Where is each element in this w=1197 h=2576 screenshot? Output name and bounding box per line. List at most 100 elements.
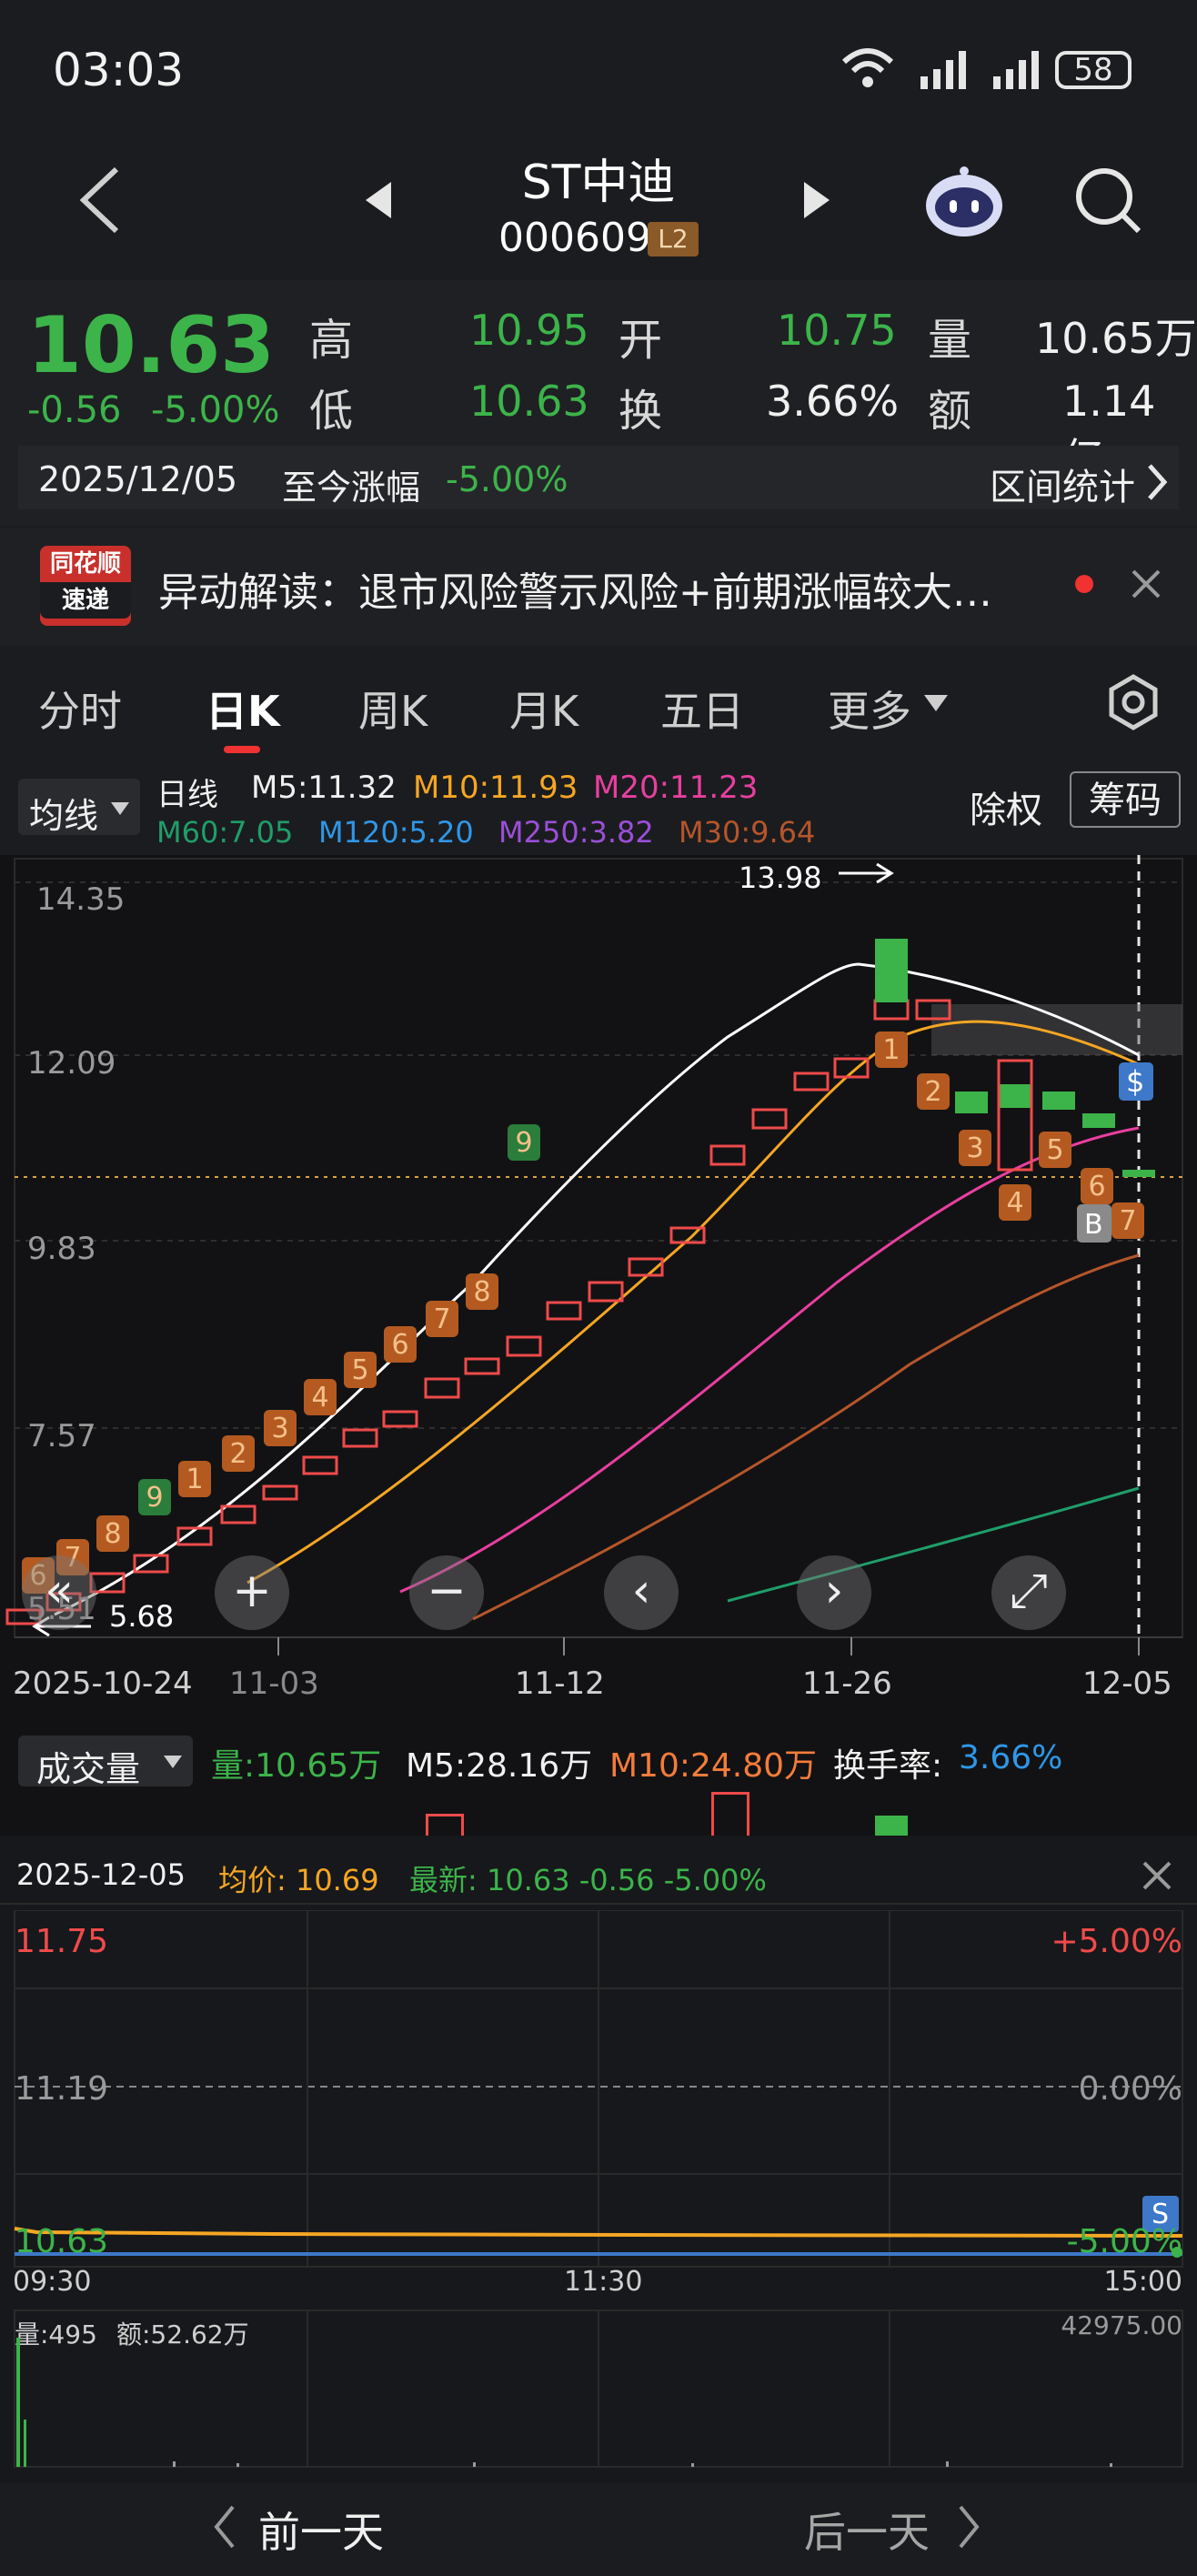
sequence-badge-label: 6	[391, 1329, 408, 1361]
sequence-badge-label: 2	[924, 1076, 941, 1108]
close-icon[interactable]	[1128, 566, 1164, 602]
intraday-pct-bot: -5.00%	[1067, 2223, 1182, 2260]
price-change: -0.56	[27, 389, 122, 431]
fullscreen-button[interactable]: ⤢	[991, 1555, 1066, 1630]
chips-button[interactable]: 筹码	[1070, 771, 1181, 828]
ma-m30: M30:9.64	[679, 815, 816, 850]
tab-monthly-k[interactable]: 月K	[509, 679, 578, 739]
candle	[709, 1144, 746, 1166]
volume-label: 量	[928, 315, 972, 366]
news-text[interactable]: 异动解读：退市风险警示风险+前期涨幅较大…	[158, 559, 992, 618]
candle	[588, 1281, 624, 1303]
tab-five-day[interactable]: 五日	[660, 679, 744, 739]
intraday-vol-info: 量:495	[15, 2319, 97, 2350]
candle	[382, 1410, 418, 1428]
sequence-badge-label: 9	[515, 1127, 532, 1159]
sequence-badge-label: 9	[146, 1482, 163, 1514]
sequence-badge-label: 4	[311, 1382, 328, 1414]
wifi-icon	[841, 48, 894, 87]
zoom-in-button[interactable]: +	[215, 1555, 289, 1630]
sequence-badge-label: 5	[351, 1354, 368, 1386]
ths-logo: 同花顺 速递	[40, 546, 131, 626]
status-bar: 03:03 58	[0, 0, 1197, 136]
logo-top-text: 同花顺	[49, 550, 121, 578]
prev-day-button[interactable]: 前一天	[258, 2500, 384, 2560]
x-tick-2: 11-03	[229, 1665, 319, 1702]
search-icon[interactable]	[1071, 164, 1144, 236]
ma-period: 日线	[156, 777, 218, 813]
tab-weekly-k[interactable]: 周K	[358, 679, 428, 739]
since-value: -5.00%	[446, 459, 568, 499]
close-icon[interactable]	[1139, 1857, 1175, 1894]
y-tick-3: 9.83	[27, 1231, 96, 1267]
y-tick-4: 7.57	[27, 1418, 96, 1454]
scroll-right-button[interactable]: ›	[797, 1555, 871, 1630]
candle	[955, 1092, 988, 1113]
current-price: 10.63	[27, 300, 276, 391]
divider	[0, 1903, 1197, 1905]
volume-m5: M5:28.16万	[406, 1747, 593, 1785]
tab-intraday[interactable]: 分时	[38, 679, 122, 739]
intraday-latest: 最新: 10.63 -0.56 -5.00%	[409, 1863, 767, 1897]
candle	[262, 1484, 298, 1501]
chevron-right-icon	[959, 2505, 980, 2549]
scroll-left-fast-button[interactable]: «	[22, 1555, 96, 1630]
scroll-left-button[interactable]: ‹	[604, 1555, 679, 1630]
ma-m120: M120:5.20	[318, 815, 474, 850]
signal-icon-2	[993, 51, 1039, 89]
low-marker: 5.68	[109, 1599, 174, 1634]
y-tick-1: 14.35	[36, 881, 125, 918]
volume-current: 量:10.65万	[211, 1747, 382, 1785]
turnover-rate-value: 3.66%	[959, 1739, 1063, 1776]
intraday-t-start: 09:30	[13, 2266, 91, 2298]
ma-m60: M60:7.05	[156, 815, 294, 850]
logo-bottom-text: 速递	[40, 582, 131, 619]
tab-daily-k[interactable]: 日K	[206, 679, 280, 739]
candle	[873, 999, 910, 1021]
level2-badge[interactable]: L2	[648, 222, 699, 257]
volume-value: 10.65万	[1035, 314, 1197, 363]
turnover-value: 3.66%	[766, 377, 900, 426]
candle	[1082, 1113, 1115, 1128]
price-change-pct: -5.00%	[151, 389, 280, 431]
intraday-t-mid: 11:30	[564, 2266, 642, 2298]
high-value: 10.95	[469, 306, 589, 355]
caret-down-icon	[111, 802, 129, 815]
intraday-amt-info: 额:52.62万	[116, 2319, 249, 2350]
range-stats-button[interactable]: 区间统计	[990, 458, 1135, 510]
sequence-badge-label: 3	[966, 1132, 983, 1164]
chevron-left-icon	[214, 2505, 235, 2549]
intraday-y-bot: 10.63	[15, 2223, 108, 2260]
candle	[464, 1357, 500, 1375]
caret-down-icon	[924, 695, 948, 711]
sequence-badge-label: 3	[271, 1413, 288, 1444]
ma-m5: M5:11.32	[251, 770, 397, 806]
x-tick-1: 2025-10-24	[13, 1665, 193, 1702]
kline-chart[interactable]: 67891234567891234567 14.35 12.09 9.83 7.…	[0, 855, 1197, 1728]
ma-selector[interactable]: 均线	[18, 779, 140, 836]
exright-button[interactable]: 除权	[970, 780, 1042, 833]
signal-icon	[920, 51, 966, 89]
quote-date: 2025/12/05	[38, 459, 238, 499]
intraday-t-end: 15:00	[1104, 2266, 1182, 2298]
sequence-badge-label: 7	[433, 1303, 450, 1335]
y-tick-2: 12.09	[27, 1045, 116, 1082]
unread-dot	[1075, 575, 1093, 593]
intraday-y-top: 11.75	[15, 1923, 108, 1960]
sell-signal-badge: $	[1126, 1064, 1144, 1099]
footer-nav	[0, 2483, 1197, 2576]
stock-code: 000609	[498, 215, 651, 261]
candle	[1122, 1170, 1155, 1177]
robot-assistant-icon[interactable]	[922, 164, 1006, 240]
volume-bar	[426, 1814, 464, 1838]
candle	[302, 1455, 338, 1475]
next-stock-icon[interactable]	[800, 180, 833, 220]
chevron-right-icon	[1148, 464, 1168, 500]
next-day-button[interactable]: 后一天	[804, 2500, 930, 2560]
settings-icon[interactable]	[1104, 673, 1162, 731]
zoom-out-button[interactable]: −	[409, 1555, 484, 1630]
volume-selector[interactable]: 成交量	[18, 1736, 193, 1789]
intraday-chart[interactable]: S 11.75 11.19 10.63 +5.00% 0.00% -5.00% …	[0, 1910, 1197, 2483]
candle	[133, 1554, 169, 1574]
tab-more[interactable]: 更多	[828, 679, 911, 739]
